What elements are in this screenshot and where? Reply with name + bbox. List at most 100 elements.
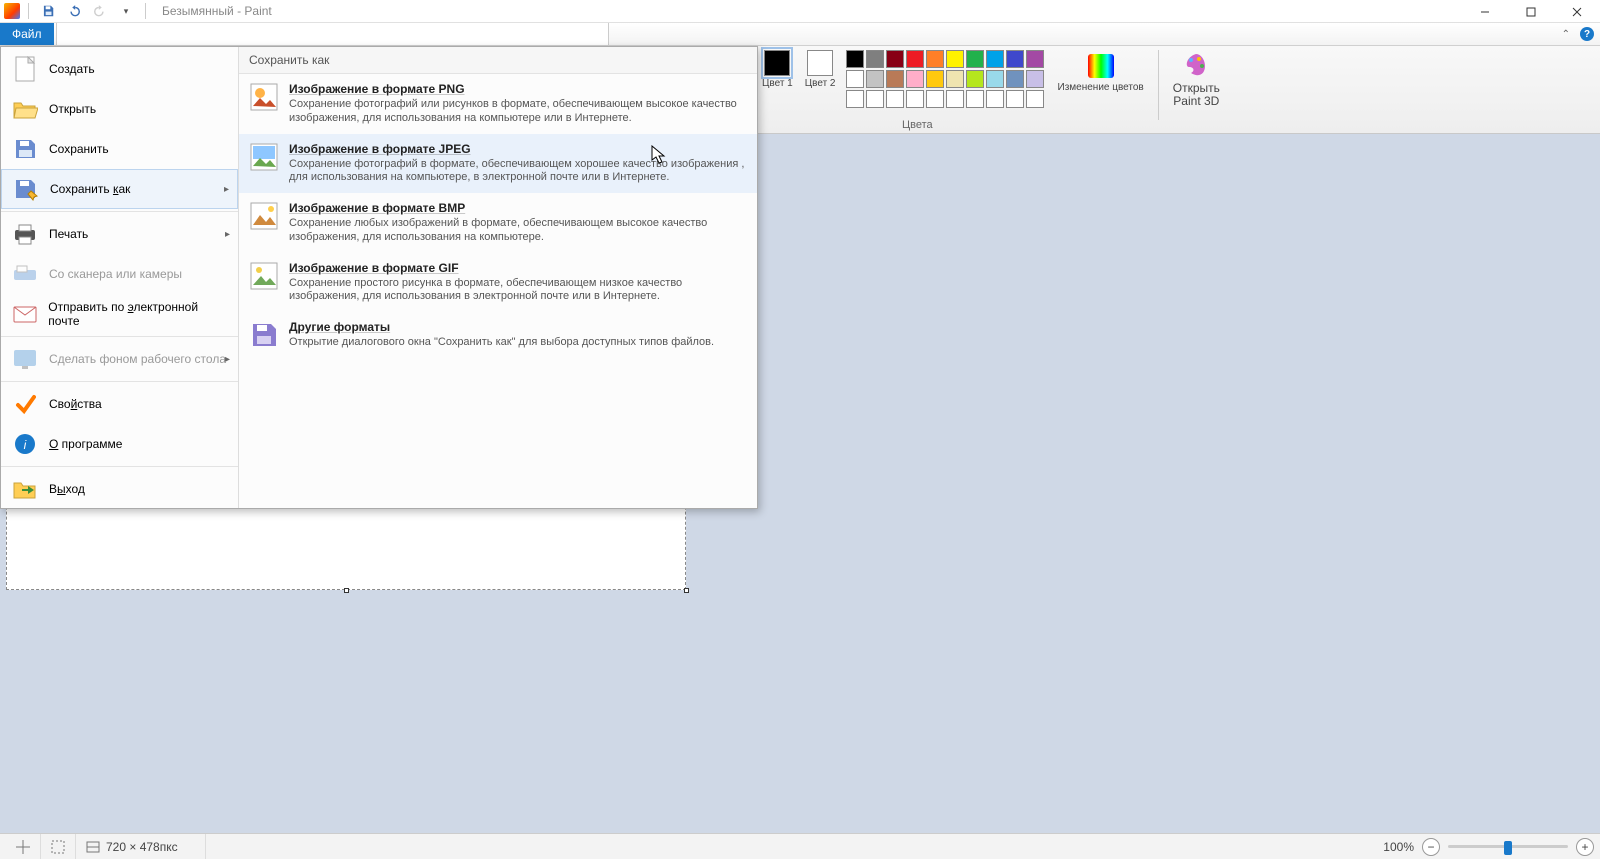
color-swatch[interactable] (846, 70, 864, 88)
file-menu-list: Создать Открыть Сохранить Сохранить как … (1, 47, 239, 508)
save-icon (11, 135, 39, 163)
color-swatch[interactable] (1006, 70, 1024, 88)
menu-item-save[interactable]: Сохранить (1, 129, 238, 169)
menu-item-wallpaper: Сделать фоном рабочего стола (1, 339, 238, 379)
maximize-button[interactable] (1508, 0, 1554, 23)
paint-app-icon (4, 3, 20, 19)
menu-item-open[interactable]: Открыть (1, 89, 238, 129)
color-swatch[interactable] (906, 50, 924, 68)
crosshair-icon (16, 840, 30, 854)
group-label-colors: Цвета (902, 119, 933, 131)
svg-text:i: i (24, 438, 27, 452)
help-button[interactable]: ? (1580, 27, 1594, 41)
email-icon (11, 300, 38, 328)
color-swatch[interactable] (866, 50, 884, 68)
color2-button[interactable]: Цвет 2 (799, 46, 842, 89)
color-swatch[interactable] (1026, 90, 1044, 108)
zoom-out-button[interactable]: − (1422, 838, 1440, 856)
save-as-icon (12, 175, 40, 203)
menu-item-properties[interactable]: Свойства (1, 384, 238, 424)
wallpaper-icon (11, 345, 39, 373)
status-filesize (206, 834, 1383, 859)
open-folder-icon (11, 95, 39, 123)
other-formats-icon (249, 320, 279, 350)
window-title: Безымянный - Paint (162, 4, 272, 18)
format-jpeg[interactable]: Изображение в формате JPEG Сохранение фо… (239, 134, 757, 194)
menu-item-print[interactable]: Печать (1, 214, 238, 254)
title-bar: ▾ Безымянный - Paint (0, 0, 1600, 23)
qat-undo-button[interactable] (63, 0, 85, 22)
status-cursor-pos (6, 834, 41, 859)
format-png[interactable]: Изображение в формате PNG Сохранение фот… (239, 74, 757, 134)
color-swatch[interactable] (986, 50, 1004, 68)
color-swatch[interactable] (986, 70, 1004, 88)
status-canvas-size: 720 × 478пкс (76, 834, 206, 859)
color-swatch[interactable] (866, 70, 884, 88)
exit-icon (11, 475, 39, 503)
color-swatch[interactable] (966, 90, 984, 108)
info-icon: i (11, 430, 39, 458)
menu-item-exit[interactable]: Выход (1, 469, 238, 509)
qat-customize-button[interactable]: ▾ (115, 0, 137, 22)
ribbon-tabs: Файл ⌃ ? (0, 23, 1600, 46)
status-bar: 720 × 478пкс 100% − + (0, 833, 1600, 859)
color-swatch[interactable] (846, 50, 864, 68)
color-swatch[interactable] (926, 90, 944, 108)
format-gif[interactable]: Изображение в формате GIF Сохранение про… (239, 253, 757, 313)
color-swatch[interactable] (946, 70, 964, 88)
mouse-cursor (651, 145, 667, 165)
open-paint3d-button[interactable]: ОткрытьPaint 3D (1163, 46, 1230, 108)
color-swatch[interactable] (866, 90, 884, 108)
color1-button[interactable]: Цвет 1 (756, 46, 799, 89)
color-swatch[interactable] (1006, 90, 1024, 108)
color-swatch[interactable] (1006, 50, 1024, 68)
menu-item-email[interactable]: Отправить по электронной почте (1, 294, 238, 334)
qat-save-button[interactable] (37, 0, 59, 22)
zoom-in-button[interactable]: + (1576, 838, 1594, 856)
color-swatch[interactable] (846, 90, 864, 108)
menu-item-scanner: Со сканера или камеры (1, 254, 238, 294)
new-file-icon (11, 55, 39, 83)
close-button[interactable] (1554, 0, 1600, 23)
ribbon-separator (1158, 50, 1159, 120)
edit-colors-button[interactable]: Изменение цветов (1048, 46, 1154, 93)
canvas-size-icon (86, 840, 100, 854)
zoom-slider[interactable] (1448, 845, 1568, 848)
color-swatch[interactable] (986, 90, 1004, 108)
minimize-button[interactable] (1462, 0, 1508, 23)
print-icon (11, 220, 39, 248)
qat-redo-button[interactable] (89, 0, 111, 22)
format-other[interactable]: Другие форматы Открытие диалогового окна… (239, 312, 757, 358)
menu-item-create[interactable]: Создать (1, 49, 238, 89)
color-swatch[interactable] (966, 70, 984, 88)
color-palette[interactable] (846, 50, 1044, 108)
bmp-icon (249, 201, 279, 231)
color-swatch[interactable] (906, 70, 924, 88)
canvas-resize-handle-s[interactable] (344, 588, 349, 593)
menu-item-save-as[interactable]: Сохранить как (1, 169, 238, 209)
color-swatch[interactable] (926, 50, 944, 68)
canvas-resize-handle-se[interactable] (684, 588, 689, 593)
color-swatch[interactable] (886, 70, 904, 88)
format-bmp[interactable]: Изображение в формате BMP Сохранение люб… (239, 193, 757, 253)
menu-item-about[interactable]: i О программе (1, 424, 238, 464)
ribbon-collapse-button[interactable]: ⌃ (1562, 29, 1570, 40)
color-swatch[interactable] (926, 70, 944, 88)
color-swatch[interactable] (946, 90, 964, 108)
color-swatch[interactable] (1026, 50, 1044, 68)
zoom-level-label: 100% (1383, 840, 1414, 854)
color-swatch[interactable] (886, 50, 904, 68)
tab-file[interactable]: Файл (0, 23, 54, 45)
color-swatch[interactable] (886, 90, 904, 108)
scanner-icon (11, 260, 39, 288)
save-as-header: Сохранить как (239, 47, 757, 74)
color-swatch[interactable] (966, 50, 984, 68)
selection-size-icon (51, 840, 65, 854)
save-as-submenu: Сохранить как Изображение в формате PNG … (239, 47, 757, 508)
color-swatch[interactable] (1026, 70, 1044, 88)
png-icon (249, 82, 279, 112)
properties-icon (11, 390, 39, 418)
color-swatch[interactable] (906, 90, 924, 108)
file-menu: Создать Открыть Сохранить Сохранить как … (0, 46, 758, 509)
color-swatch[interactable] (946, 50, 964, 68)
